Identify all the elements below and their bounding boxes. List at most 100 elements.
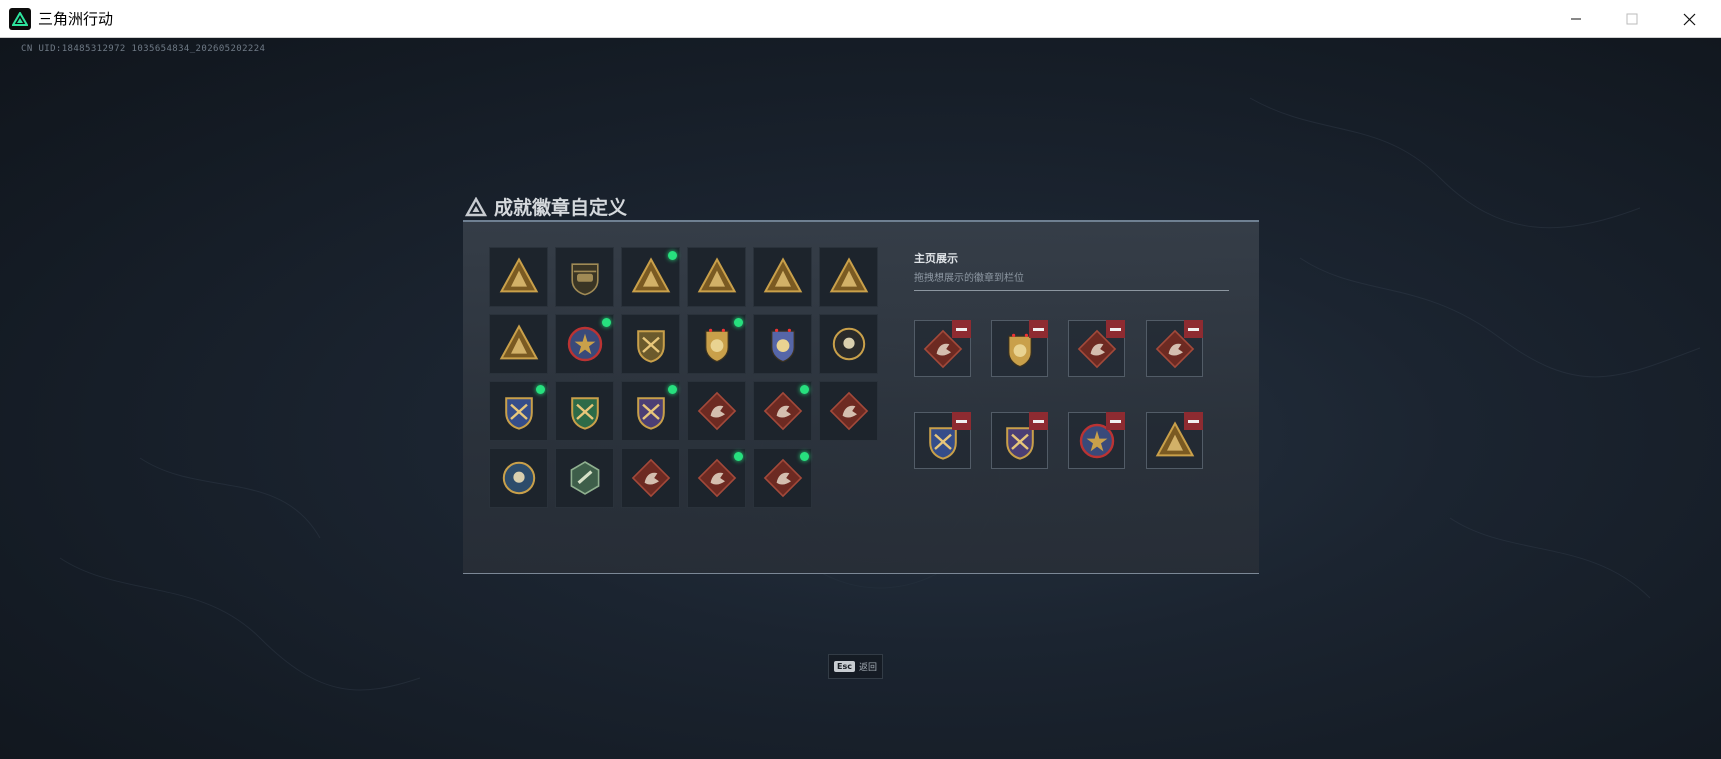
badge-slot[interactable]	[555, 247, 614, 307]
new-indicator-dot	[800, 385, 809, 394]
player-uid: CN UID:18485312972 1035654834_2026052022…	[21, 44, 266, 54]
window-title: 三角洲行动	[38, 10, 114, 28]
dragon-diamond-badge-icon	[631, 458, 670, 498]
gold-triangle-box-badge-icon	[763, 257, 802, 293]
badge-slot[interactable]	[555, 381, 614, 441]
window-title-bar: 三角洲行动	[0, 0, 1721, 38]
remove-badge-button[interactable]	[1184, 320, 1203, 338]
panel-title: 成就徽章自定义	[494, 197, 628, 219]
gold-triangle-number-one-badge-icon	[829, 257, 868, 293]
homepage-showcase: 主页展示 拖拽想展示的徽章到栏位	[914, 250, 1229, 291]
remove-badge-button[interactable]	[1029, 412, 1048, 430]
badge-slot[interactable]	[489, 448, 548, 508]
gold-wing-shield-badge-icon	[636, 330, 665, 363]
showcase-slot[interactable]	[1068, 320, 1125, 377]
badge-slot[interactable]	[687, 381, 746, 441]
crossed-rifles-blue-shield-badge-icon	[504, 397, 533, 430]
badge-slot[interactable]	[489, 381, 548, 441]
green-crosshair-shield-badge-icon	[570, 397, 599, 430]
badge-slot[interactable]	[753, 247, 812, 307]
new-indicator-dot	[536, 385, 545, 394]
new-indicator-dot	[800, 452, 809, 461]
back-button[interactable]: Esc 返回	[828, 654, 883, 679]
panel-header: 成就徽章自定义	[465, 193, 627, 220]
triangle-shield-badge-icon	[499, 257, 538, 293]
new-indicator-dot	[602, 318, 611, 327]
badge-slot[interactable]	[753, 448, 812, 508]
maximize-button[interactable]	[1604, 0, 1660, 38]
badge-slot[interactable]	[621, 381, 680, 441]
minus-icon	[956, 419, 967, 423]
minus-icon	[1110, 327, 1121, 331]
showcase-title: 主页展示	[914, 252, 958, 265]
green-hexagon-badge-icon	[570, 461, 599, 495]
showcase-slot[interactable]	[991, 320, 1048, 377]
wolf-diamond-badge-icon	[763, 391, 802, 431]
badge-slot[interactable]	[555, 314, 614, 374]
remove-badge-button[interactable]	[1106, 320, 1125, 338]
minus-icon	[1188, 327, 1199, 331]
helicopter-badge-icon	[570, 263, 599, 296]
remove-badge-button[interactable]	[1029, 320, 1048, 338]
mountain-triangle-badge-icon	[499, 324, 538, 360]
showcase-slot[interactable]	[1146, 412, 1203, 469]
badge-customize-panel: 主页展示 拖拽想展示的徽章到栏位	[463, 220, 1259, 574]
showcase-slot[interactable]	[914, 320, 971, 377]
badge-slot[interactable]	[819, 247, 878, 307]
horse-diamond-badge-icon	[829, 391, 868, 431]
crossed-rifles-purple-shield-badge-icon	[636, 397, 665, 430]
gold-triangle-badge-icon	[631, 257, 670, 293]
close-button[interactable]	[1661, 0, 1717, 38]
minus-icon	[1188, 419, 1199, 423]
showcase-slot[interactable]	[1146, 320, 1203, 377]
gold-triangle-vault-badge-icon	[697, 257, 736, 293]
badge-slot[interactable]	[819, 381, 878, 441]
showcase-slot[interactable]	[914, 412, 971, 469]
minimize-icon	[1571, 18, 1581, 20]
skull-crosshair-badge-icon	[832, 327, 865, 361]
minus-icon	[956, 327, 967, 331]
badge-slot[interactable]	[687, 247, 746, 307]
police-gold-badge-icon	[704, 328, 729, 363]
delta-triangle-icon	[465, 196, 487, 216]
minus-icon	[1033, 419, 1044, 423]
remove-badge-button[interactable]	[1106, 412, 1125, 430]
remove-badge-button[interactable]	[952, 412, 971, 430]
showcase-slot[interactable]	[1068, 412, 1125, 469]
remove-badge-button[interactable]	[1184, 412, 1203, 430]
badge-slot[interactable]	[621, 314, 680, 374]
delta-force-logo-icon	[9, 7, 31, 30]
eagle-round-badge-icon	[502, 461, 535, 495]
new-indicator-dot	[734, 318, 743, 327]
badge-slot[interactable]	[621, 448, 680, 508]
showcase-subtitle: 拖拽想展示的徽章到栏位	[914, 269, 1229, 291]
new-indicator-dot	[668, 385, 677, 394]
badge-slot[interactable]	[621, 247, 680, 307]
game-viewport: CN UID:18485312972 1035654834_2026052022…	[0, 38, 1721, 759]
minimize-button[interactable]	[1548, 0, 1604, 38]
badge-slot[interactable]	[753, 314, 812, 374]
wolf-diamond-badge-icon	[697, 391, 736, 431]
maximize-icon	[1626, 13, 1638, 25]
badge-inventory-grid	[489, 247, 878, 508]
badge-slot[interactable]	[687, 448, 746, 508]
dragon-diamond-badge-icon	[697, 458, 736, 498]
badge-slot[interactable]	[489, 314, 548, 374]
badge-slot[interactable]	[489, 247, 548, 307]
runner-diamond-badge-icon	[763, 458, 802, 498]
close-icon	[1683, 13, 1695, 25]
minus-icon	[1110, 419, 1121, 423]
remove-badge-button[interactable]	[952, 320, 971, 338]
badge-slot[interactable]	[753, 381, 812, 441]
badge-slot[interactable]	[687, 314, 746, 374]
police-blue-badge-icon	[770, 328, 795, 363]
esc-key-icon: Esc	[834, 661, 855, 672]
showcase-slot[interactable]	[991, 412, 1048, 469]
back-label: 返回	[858, 663, 877, 673]
badge-slot[interactable]	[819, 314, 878, 374]
new-indicator-dot	[734, 452, 743, 461]
new-indicator-dot	[668, 251, 677, 260]
red-star-medal-badge-icon	[567, 326, 602, 362]
badge-slot[interactable]	[555, 448, 614, 508]
minus-icon	[1033, 327, 1044, 331]
